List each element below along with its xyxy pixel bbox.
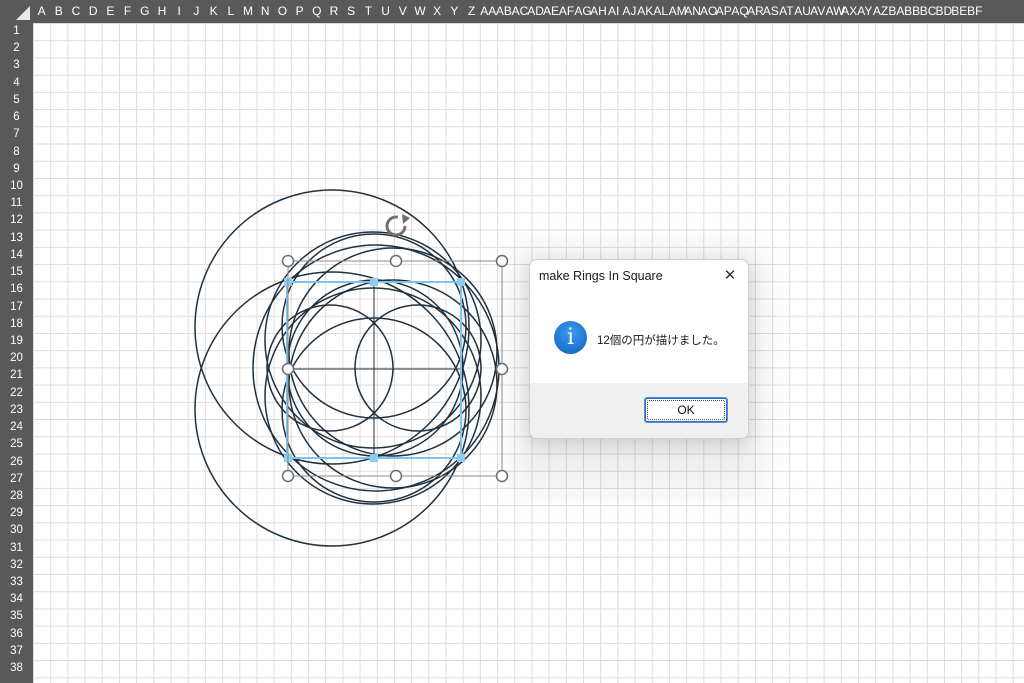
rotate-arrowhead: [402, 214, 410, 224]
ring-8[interactable]: [288, 279, 498, 489]
ok-button-label: OK: [677, 403, 695, 417]
inner-handle-6[interactable]: [457, 454, 465, 462]
inner-handle-5[interactable]: [370, 454, 378, 462]
message-box[interactable]: make Rings In Square ✕ i 12個の円が描けました。 OK: [529, 259, 749, 439]
resize-handle-4[interactable]: [281, 362, 295, 376]
dialog-message: 12個の円が描けました。: [597, 335, 725, 347]
info-icon: i: [554, 321, 587, 354]
ring-7[interactable]: [288, 247, 498, 457]
info-glyph: i: [566, 325, 575, 350]
resize-handle-5[interactable]: [495, 362, 509, 376]
resize-handle-1[interactable]: [281, 254, 295, 268]
inner-handle-2[interactable]: [370, 278, 378, 286]
dialog-footer: OK: [530, 383, 748, 438]
inner-handle-3[interactable]: [457, 278, 465, 286]
close-icon[interactable]: ✕: [720, 266, 740, 286]
resize-handle-8[interactable]: [495, 469, 509, 483]
ring-1[interactable]: [194, 189, 470, 465]
resize-handle-2[interactable]: [389, 254, 403, 268]
dialog-title: make Rings In Square: [539, 269, 663, 283]
rings-group[interactable]: [194, 189, 500, 547]
dialog-body: i 12個の円が描けました。: [530, 292, 748, 383]
dialog-titlebar[interactable]: make Rings In Square ✕: [530, 260, 748, 292]
resize-handle-6[interactable]: [281, 469, 295, 483]
rotate-icon[interactable]: [385, 214, 410, 237]
rotate-arc: [385, 215, 407, 237]
ok-button[interactable]: OK: [644, 397, 728, 423]
ring-2[interactable]: [194, 271, 470, 547]
resize-handle-3[interactable]: [495, 254, 509, 268]
resize-handle-7[interactable]: [389, 469, 403, 483]
